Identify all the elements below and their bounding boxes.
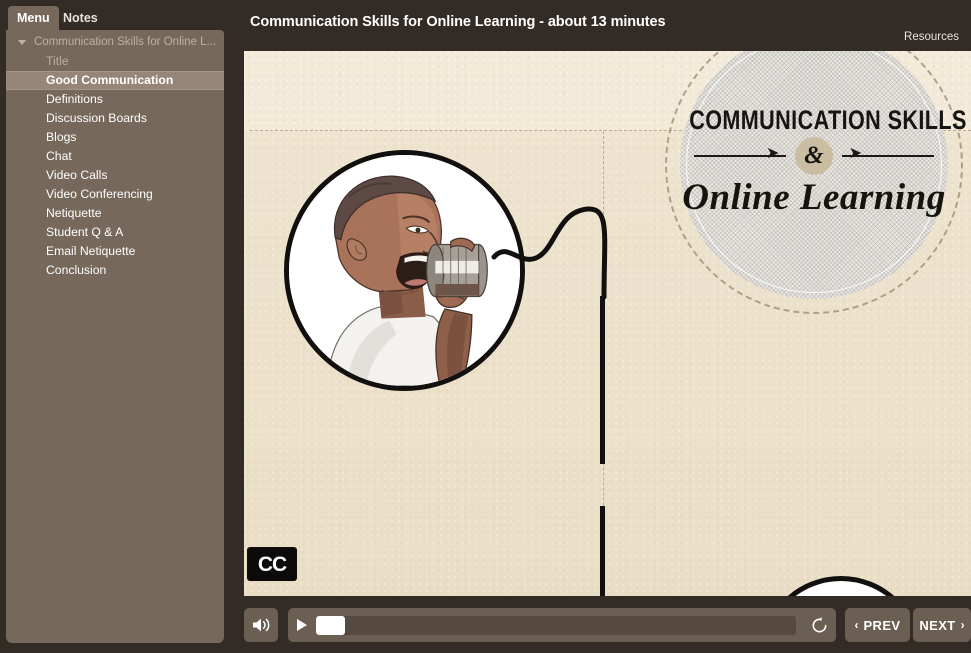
progress-fill [316, 615, 345, 635]
badge-content: COMMUNICATION SKILLS ➤ ➤ & Online Learni… [658, 105, 970, 219]
replay-icon [812, 616, 826, 632]
caret-down-icon[interactable] [18, 40, 26, 45]
sidebar-item-label: Good Communication [46, 73, 174, 87]
portrait-man-with-can [284, 150, 525, 391]
sidebar-item-definitions[interactable]: Definitions [6, 90, 224, 109]
sidebar-item-label: Discussion Boards [46, 111, 147, 125]
seek-container [288, 608, 836, 642]
sidebar-item-blogs[interactable]: Blogs [6, 128, 224, 147]
sidebar-item-label: Video Conferencing [46, 187, 153, 201]
sidebar-item-video-calls[interactable]: Video Calls [6, 166, 224, 185]
sidebar-item-chat[interactable]: Chat [6, 147, 224, 166]
progress-slider[interactable] [316, 615, 796, 635]
string-curve [491, 201, 634, 311]
outline-root[interactable]: Communication Skills for Online L... [6, 33, 224, 52]
badge-subline: Online Learning [682, 177, 946, 218]
sidebar-item-label: Email Netiquette [46, 244, 136, 258]
prev-label: PREV [863, 617, 901, 633]
player-controls: ‹ PREV NEXT › [244, 608, 971, 642]
flourish-left-icon: ➤ [766, 145, 780, 162]
sidebar-item-netiquette[interactable]: Netiquette [6, 204, 224, 223]
play-icon [297, 619, 307, 631]
sidebar-item-discussion-boards[interactable]: Discussion Boards [6, 109, 224, 128]
closed-caption-label: CC [257, 552, 287, 576]
sidebar-item-label: Netiquette [46, 206, 102, 220]
outline-root-label: Communication Skills for Online L... [34, 36, 217, 48]
sidebar-item-student-qa[interactable]: Student Q & A [6, 223, 224, 242]
string-vertical-lower [600, 506, 605, 596]
sidebar-item-conclusion[interactable]: Conclusion [6, 261, 224, 280]
tab-menu[interactable]: Menu [8, 6, 59, 30]
chevron-left-icon: ‹ [854, 618, 859, 632]
volume-button[interactable] [244, 608, 278, 642]
sidebar-item-email-netiquette[interactable]: Email Netiquette [6, 242, 224, 261]
tab-notes[interactable]: Notes [54, 6, 107, 30]
sidebar-panel: Communication Skills for Online L... Tit… [6, 30, 224, 643]
sidebar-item-label: Conclusion [46, 263, 107, 277]
badge-headline: COMMUNICATION SKILLS [689, 105, 967, 135]
tab-menu-label: Menu [17, 11, 50, 25]
panel-tabs: Menu Notes [0, 0, 232, 30]
sidebar-item-good-communication[interactable]: Good Communication [6, 71, 224, 90]
sidebar-item-label: Video Calls [46, 168, 108, 182]
badge-ampersand: & [795, 137, 833, 175]
next-label: NEXT [919, 617, 956, 633]
badge-divider: ➤ ➤ & [658, 137, 970, 175]
replay-button[interactable] [802, 608, 836, 642]
string-vertical-upper [600, 296, 605, 464]
sidebar-item-video-conferencing[interactable]: Video Conferencing [6, 185, 224, 204]
title-badge: COMMUNICATION SKILLS ➤ ➤ & Online Learni… [658, 51, 970, 321]
flourish-right-icon: ➤ [848, 145, 862, 162]
page-title: Communication Skills for Online Learning… [250, 14, 666, 30]
sidebar-item-title[interactable]: Title [6, 52, 224, 71]
sidebar-item-label: Title [46, 54, 69, 68]
volume-icon [252, 618, 269, 632]
play-button[interactable] [288, 608, 316, 642]
outline-tree: Communication Skills for Online L... Tit… [6, 30, 224, 280]
closed-caption-badge[interactable]: CC [247, 547, 297, 581]
sidebar-item-label: Chat [46, 149, 72, 163]
prev-button[interactable]: ‹ PREV [845, 608, 910, 642]
sidebar-item-label: Student Q & A [46, 225, 124, 239]
chevron-right-icon: › [960, 618, 965, 632]
resources-link[interactable]: Resources [904, 31, 959, 43]
tab-notes-label: Notes [63, 11, 98, 25]
portrait-illustration [289, 155, 520, 386]
sidebar-item-label: Blogs [46, 130, 77, 144]
next-button[interactable]: NEXT › [913, 608, 971, 642]
player-window: Menu Notes Communication Skills for Onli… [0, 0, 971, 653]
slide-stage: COMMUNICATION SKILLS ➤ ➤ & Online Learni… [244, 51, 971, 596]
sidebar-item-label: Definitions [46, 92, 103, 106]
